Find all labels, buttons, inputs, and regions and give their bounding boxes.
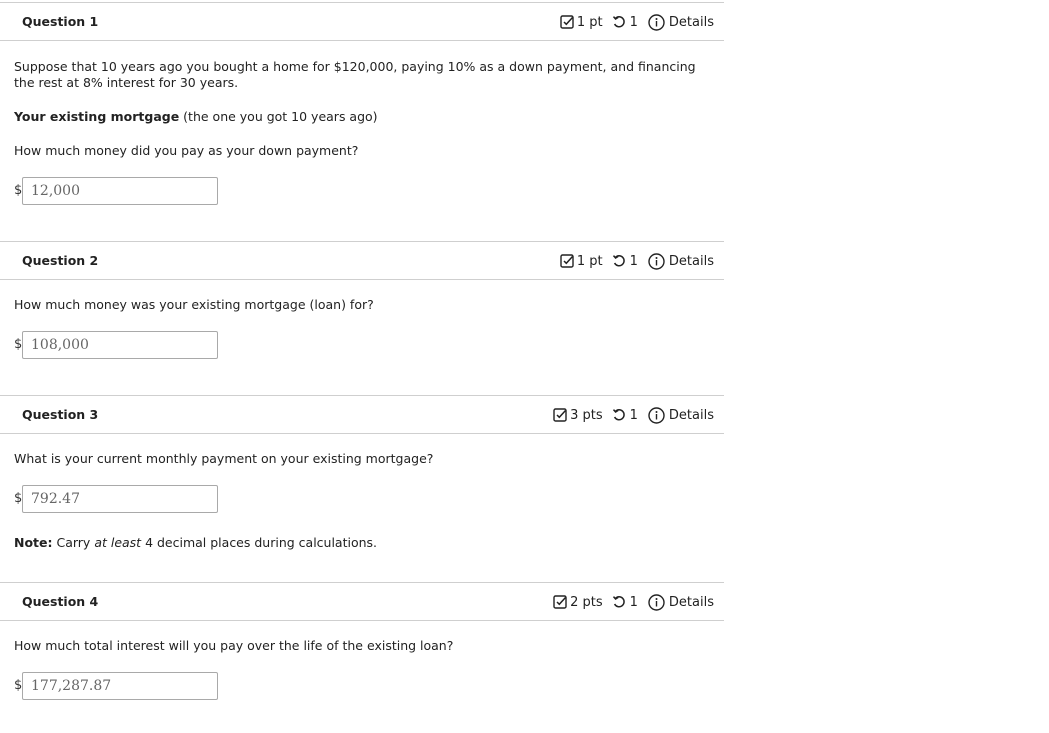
checkbox-icon — [560, 254, 574, 268]
question-header: Question 3 3 pts 1 Details — [0, 395, 724, 434]
answer-row: $ — [0, 177, 724, 207]
note-emphasis: at least — [94, 535, 142, 550]
details-label: Details — [668, 594, 714, 610]
checkbox-icon — [553, 408, 567, 422]
details-label: Details — [668, 253, 714, 269]
question-header: Question 1 1 pt 1 Details — [0, 2, 724, 41]
info-icon — [648, 593, 665, 611]
section-heading-bold: Your existing mortgage — [14, 109, 180, 124]
info-icon — [648, 406, 665, 424]
answer-input[interactable] — [22, 485, 218, 513]
points-label: 1 pt — [576, 14, 603, 30]
details-label: Details — [668, 407, 714, 423]
answer-input[interactable] — [22, 331, 218, 359]
question-header: Question 4 2 pts 1 Details — [0, 582, 724, 621]
tries-count: 1 — [629, 407, 638, 423]
question-body: How much money was your existing mortgag… — [0, 297, 724, 313]
checkbox-icon — [553, 595, 567, 609]
info-icon — [648, 13, 665, 31]
retry-icon — [612, 596, 625, 608]
details-button[interactable]: Details — [648, 406, 714, 424]
answer-row: $ — [0, 331, 724, 361]
question-prompt: How much money did you pay as your down … — [14, 143, 359, 158]
answer-row: $ — [0, 672, 724, 702]
question-prompt: What is your current monthly payment on … — [14, 451, 434, 466]
retry-icon — [612, 255, 625, 267]
question-1: Question 1 1 pt 1 Details Suppose that 1… — [0, 2, 724, 207]
question-meta: 1 pt 1 Details — [560, 251, 714, 271]
details-button[interactable]: Details — [648, 252, 714, 270]
question-prompt: How much total interest will you pay ove… — [14, 638, 454, 653]
question-title: Question 3 — [22, 407, 99, 422]
points-label: 3 pts — [570, 407, 603, 423]
points-indicator: 3 pts — [553, 408, 603, 423]
question-title: Question 1 — [22, 14, 99, 29]
question-meta: 1 pt 1 Details — [560, 12, 714, 32]
question-meta: 3 pts 1 Details — [553, 405, 714, 425]
section-heading-rest: (the one you got 10 years ago) — [179, 109, 378, 124]
tries-count: 1 — [629, 14, 638, 30]
checkbox-icon — [560, 15, 574, 29]
answer-row: $ — [0, 485, 724, 515]
question-intro: Suppose that 10 years ago you bought a h… — [14, 59, 696, 90]
points-indicator: 1 pt — [560, 15, 603, 30]
points-indicator: 2 pts — [553, 595, 603, 610]
details-label: Details — [668, 14, 714, 30]
points-label: 2 pts — [570, 594, 603, 610]
points-indicator: 1 pt — [560, 254, 603, 269]
question-header: Question 2 1 pt 1 Details — [0, 241, 724, 280]
details-button[interactable]: Details — [648, 13, 714, 31]
note-section: Note: Carry at least 4 decimal places du… — [0, 535, 724, 551]
question-4: Question 4 2 pts 1 Details How much tota… — [0, 582, 724, 702]
question-body: Suppose that 10 years ago you bought a h… — [0, 59, 724, 159]
details-button[interactable]: Details — [648, 593, 714, 611]
question-body: What is your current monthly payment on … — [0, 451, 724, 467]
answer-input[interactable] — [22, 672, 218, 700]
question-prompt: How much money was your existing mortgag… — [14, 297, 374, 312]
question-3: Question 3 3 pts 1 Details What is your … — [0, 395, 724, 551]
question-meta: 2 pts 1 Details — [553, 592, 714, 612]
question-2: Question 2 1 pt 1 Details How much money… — [0, 241, 724, 361]
retry-icon — [612, 409, 625, 421]
retry-icon — [612, 16, 625, 28]
section-heading: Your existing mortgage (the one you got … — [14, 109, 724, 125]
points-label: 1 pt — [576, 253, 603, 269]
answer-input[interactable] — [22, 177, 218, 205]
tries-count: 1 — [629, 594, 638, 610]
question-body: How much total interest will you pay ove… — [0, 638, 724, 654]
tries-count: 1 — [629, 253, 638, 269]
question-title: Question 2 — [22, 253, 99, 268]
note-pre: Carry — [52, 535, 95, 550]
info-icon — [648, 252, 665, 270]
note-post: 4 decimal places during calculations. — [141, 535, 378, 550]
question-title: Question 4 — [22, 594, 99, 609]
note-label: Note: — [14, 535, 53, 550]
note-text: Note: Carry at least 4 decimal places du… — [14, 535, 724, 551]
